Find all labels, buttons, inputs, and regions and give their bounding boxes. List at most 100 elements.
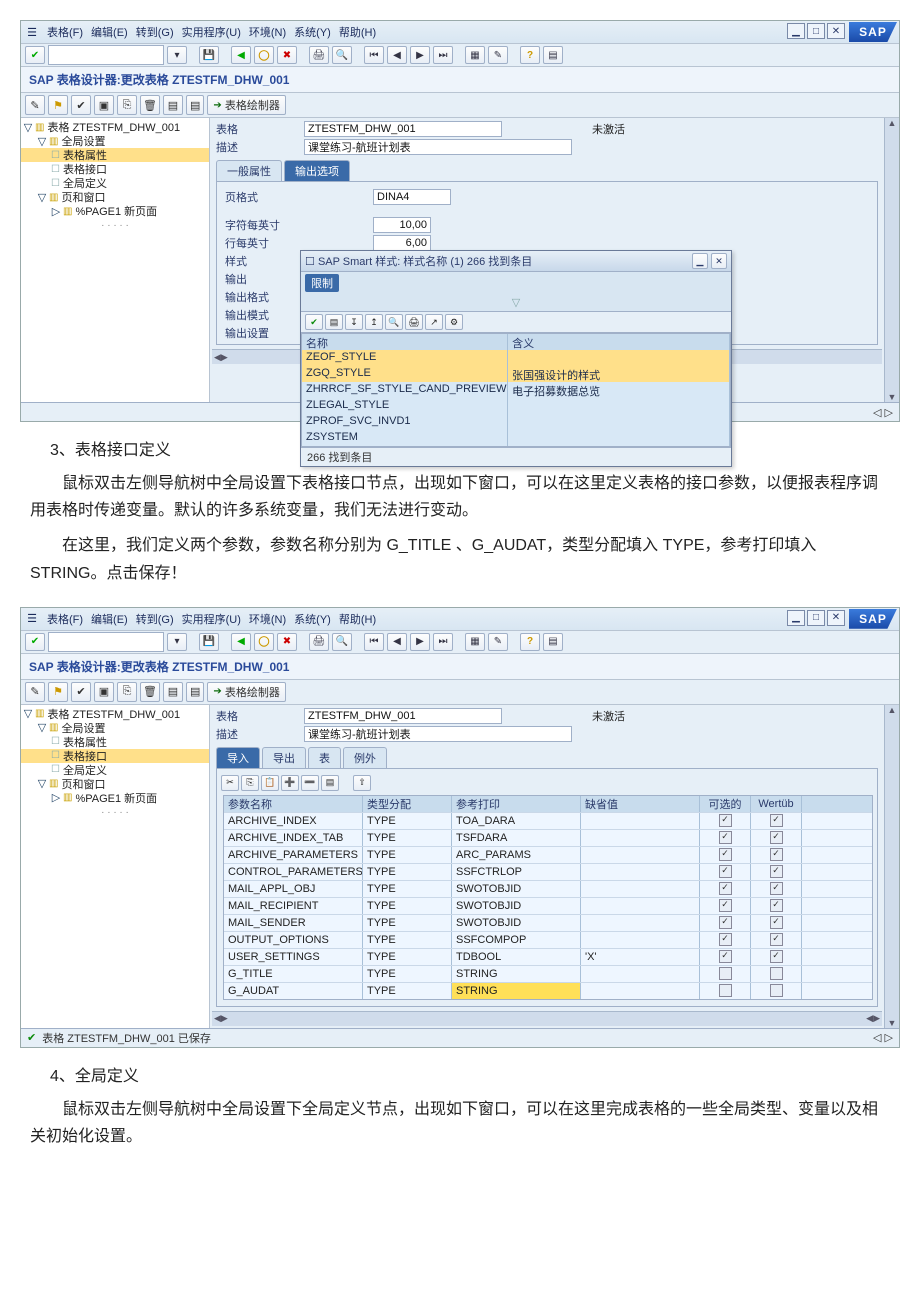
- tree-node-form-attributes[interactable]: ☐表格属性: [21, 735, 209, 749]
- layout-icon[interactable]: ▤: [543, 46, 563, 64]
- checkbox-optional[interactable]: [719, 831, 732, 844]
- checkbox-wertub[interactable]: [770, 814, 783, 827]
- test-icon[interactable]: ▣: [94, 95, 114, 115]
- dialog-minimize-button[interactable]: ▁: [692, 253, 708, 269]
- tree-node-page1[interactable]: ▷▥%PAGE1 新页面: [21, 204, 209, 218]
- find-icon[interactable]: 🔍: [332, 633, 352, 651]
- menu-form[interactable]: 表格(F): [47, 24, 83, 40]
- menu-system[interactable]: 系统(Y): [294, 24, 331, 40]
- table-row[interactable]: OUTPUT_OPTIONSTYPESSFCOMPOP: [224, 931, 872, 948]
- checkbox-wertub[interactable]: [770, 882, 783, 895]
- grid-row[interactable]: ZEOF_STYLE: [302, 350, 730, 366]
- table-row[interactable]: ARCHIVE_INDEXTYPETOA_DARA: [224, 812, 872, 829]
- settings-icon[interactable]: ⚙: [445, 314, 463, 330]
- tree-resize-handle[interactable]: · · · · ·: [21, 218, 209, 233]
- table-row[interactable]: ARCHIVE_INDEX_TABTYPETSFDARA: [224, 829, 872, 846]
- delete-icon[interactable]: 🗑: [140, 682, 160, 702]
- copy-icon[interactable]: ⎘: [117, 682, 137, 702]
- table-row[interactable]: G_AUDATTYPESTRING: [224, 982, 872, 999]
- form-painter-button[interactable]: ➔ 表格绘制器: [207, 682, 285, 702]
- prev-page-icon[interactable]: ◀: [387, 46, 407, 64]
- col-ref[interactable]: 参考打印: [452, 796, 581, 812]
- checkbox-wertub[interactable]: [770, 916, 783, 929]
- find-icon[interactable]: 🔍: [385, 314, 403, 330]
- paste-icon[interactable]: 📋: [261, 775, 279, 791]
- next-page-icon[interactable]: ▶: [410, 46, 430, 64]
- col-type[interactable]: 类型分配: [363, 796, 452, 812]
- checkbox-optional[interactable]: [719, 933, 732, 946]
- form-painter-button[interactable]: ➔ 表格绘制器: [207, 95, 285, 115]
- cpi-field[interactable]: 10,00: [373, 217, 431, 233]
- dropdown-icon[interactable]: ▾: [167, 46, 187, 64]
- ok-icon[interactable]: ✔: [25, 633, 45, 651]
- insert-row-icon[interactable]: ➕: [281, 775, 299, 791]
- ok-icon[interactable]: ✔: [25, 46, 45, 64]
- menu-goto[interactable]: 转到(G): [136, 611, 174, 627]
- checkbox-wertub[interactable]: [770, 831, 783, 844]
- table-row[interactable]: MAIL_SENDERTYPESWOTOBJID: [224, 914, 872, 931]
- cancel-icon[interactable]: ✖: [277, 633, 297, 651]
- vertical-scrollbar[interactable]: ▲▼: [884, 705, 899, 1028]
- tab-export[interactable]: 导出: [262, 747, 306, 768]
- style-result-grid[interactable]: 名称 含义 ZEOF_STYLE ZGQ_STYLE 张国强设计的样式 Z: [301, 333, 731, 447]
- tree-node-form-interface[interactable]: ☐表格接口: [21, 162, 209, 176]
- copy-icon[interactable]: ⎘: [241, 775, 259, 791]
- lpi-field[interactable]: 6,00: [373, 235, 431, 251]
- print-icon[interactable]: 🖨: [309, 633, 329, 651]
- col-optional[interactable]: 可选的: [700, 796, 751, 812]
- exit-icon[interactable]: ◯: [254, 46, 274, 64]
- horizontal-scrollbar[interactable]: ◀▶◀▶: [212, 1011, 882, 1026]
- next-page-icon[interactable]: ▶: [410, 633, 430, 651]
- grid-row[interactable]: ZPROF_SVC_INVD1: [302, 414, 730, 430]
- table-row[interactable]: ARCHIVE_PARAMETERSTYPEARC_PARAMS: [224, 846, 872, 863]
- command-field[interactable]: [48, 632, 164, 652]
- dropdown-icon[interactable]: ▾: [167, 633, 187, 651]
- display-toggle-icon[interactable]: ✎: [25, 95, 45, 115]
- first-page-icon[interactable]: ⏮: [364, 46, 384, 64]
- shortcut-icon[interactable]: ✎: [488, 46, 508, 64]
- back-icon[interactable]: ◀: [231, 633, 251, 651]
- checkbox-optional[interactable]: [719, 865, 732, 878]
- checkbox-optional[interactable]: [719, 967, 732, 980]
- vertical-scrollbar[interactable]: ▲▼: [884, 118, 899, 402]
- back-icon[interactable]: ◀: [231, 46, 251, 64]
- col-name[interactable]: 名称: [302, 334, 508, 350]
- sort-asc-icon[interactable]: ↧: [345, 314, 363, 330]
- last-page-icon[interactable]: ⏭: [433, 46, 453, 64]
- window-minimize-button[interactable]: ▁: [787, 23, 805, 39]
- tab-exceptions[interactable]: 例外: [343, 747, 387, 768]
- grid-row[interactable]: ZLEGAL_STYLE: [302, 398, 730, 414]
- where-used-icon[interactable]: ▤: [163, 682, 183, 702]
- shortcut-icon[interactable]: ✎: [488, 633, 508, 651]
- table-row[interactable]: MAIL_RECIPIENTTYPESWOTOBJID: [224, 897, 872, 914]
- menu-help[interactable]: 帮助(H): [339, 24, 376, 40]
- navigation-tree[interactable]: ▽▥表格 ZTESTFM_DHW_001 ▽▥全局设置 ☐表格属性 ☐表格接口 …: [21, 705, 210, 1028]
- checkbox-wertub[interactable]: [770, 984, 783, 997]
- select-all-icon[interactable]: ▤: [321, 775, 339, 791]
- menu-help[interactable]: 帮助(H): [339, 611, 376, 627]
- col-meaning[interactable]: 含义: [508, 334, 730, 350]
- window-maximize-button[interactable]: □: [807, 23, 825, 39]
- save-icon[interactable]: 💾: [199, 633, 219, 651]
- navigation-tree[interactable]: ▽▥表格 ZTESTFM_DHW_001 ▽▥全局设置 ☐表格属性 ☐表格接口 …: [21, 118, 210, 402]
- checkbox-optional[interactable]: [719, 916, 732, 929]
- menu-system[interactable]: 系统(Y): [294, 611, 331, 627]
- tree-node-form-attributes[interactable]: ☐表格属性: [21, 148, 209, 162]
- tab-output-options[interactable]: 输出选项: [284, 160, 350, 181]
- table-row[interactable]: CONTROL_PARAMETERSTYPESSFCTRLOP: [224, 863, 872, 880]
- test-icon[interactable]: ▣: [94, 682, 114, 702]
- checkbox-wertub[interactable]: [770, 950, 783, 963]
- tree-node-global-defs[interactable]: ☐全局定义: [21, 763, 209, 777]
- delete-row-icon[interactable]: ➖: [301, 775, 319, 791]
- help-icon[interactable]: ?: [520, 633, 540, 651]
- description-field[interactable]: 课堂练习-航班计划表: [304, 726, 572, 742]
- page-format-field[interactable]: DINA4: [373, 189, 451, 205]
- menu-env[interactable]: 环境(N): [249, 24, 286, 40]
- tree-resize-handle[interactable]: · · · · ·: [21, 805, 209, 820]
- exit-icon[interactable]: ◯: [254, 633, 274, 651]
- activate-icon[interactable]: ⚑: [48, 95, 68, 115]
- table-row[interactable]: G_TITLETYPESTRING: [224, 965, 872, 982]
- menu-edit[interactable]: 编辑(E): [91, 24, 128, 40]
- tree-node-page1[interactable]: ▷▥%PAGE1 新页面: [21, 791, 209, 805]
- command-field[interactable]: [48, 45, 164, 65]
